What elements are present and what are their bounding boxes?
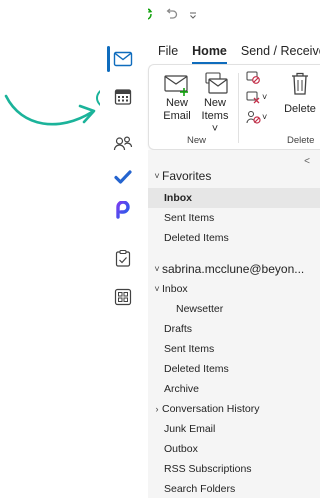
- delete-label: Delete: [284, 103, 316, 115]
- new-email-label-1: New: [165, 97, 188, 109]
- folder-outbox[interactable]: Outbox: [148, 439, 320, 459]
- rail-loop-button[interactable]: [110, 197, 136, 223]
- favorites-header[interactable]: ˅ Favorites: [148, 166, 320, 186]
- customize-icon[interactable]: [188, 7, 198, 25]
- people-icon: [113, 136, 133, 151]
- junk-icon: [246, 111, 261, 124]
- loop-icon: [116, 201, 130, 219]
- delete-button[interactable]: Delete: [279, 71, 320, 116]
- new-email-icon: [164, 75, 188, 96]
- folder-inbox[interactable]: ˅ Inbox: [148, 279, 320, 299]
- chevron-down-icon: ˅: [154, 171, 160, 181]
- rail-people-button[interactable]: [110, 130, 136, 156]
- undo-icon[interactable]: [164, 7, 178, 26]
- outlook-window: File Home Send / Receive New Email New I…: [0, 0, 320, 498]
- folder-archive[interactable]: Archive: [148, 379, 320, 399]
- tab-home[interactable]: Home: [192, 44, 227, 64]
- rail-todo-button[interactable]: [110, 164, 136, 190]
- new-items-label-1: New: [203, 97, 226, 109]
- ignore-button[interactable]: [245, 69, 261, 85]
- favorite-item-sent-items[interactable]: Sent Items: [148, 208, 320, 228]
- chevron-down-icon: ˅: [154, 264, 160, 274]
- ribbon-tabs: File Home Send / Receive: [158, 44, 320, 64]
- todo-icon: [114, 170, 132, 184]
- ribbon: New Email New Items ˅ New ˅ ˅ Delete Del…: [148, 64, 320, 150]
- rail-calendar-button[interactable]: [110, 84, 136, 110]
- app-rail: [100, 0, 148, 498]
- ribbon-group-delete-label: Delete: [287, 135, 315, 146]
- clean-up-icon: [246, 91, 260, 104]
- tab-send-receive[interactable]: Send / Receive: [241, 44, 320, 64]
- rail-clipboard-button[interactable]: [110, 245, 136, 271]
- folder-drafts[interactable]: Drafts: [148, 319, 320, 339]
- apps-icon: [114, 288, 132, 306]
- chevron-right-icon: ›: [155, 404, 159, 414]
- new-items-button[interactable]: New Items ˅: [197, 71, 233, 136]
- tab-file[interactable]: File: [158, 44, 178, 64]
- favorite-item-inbox[interactable]: Inbox: [148, 188, 320, 208]
- calendar-icon: [114, 89, 132, 105]
- folder-deleted-items[interactable]: Deleted Items: [148, 359, 320, 379]
- mail-icon: [113, 51, 133, 67]
- rail-mail-button[interactable]: [110, 46, 136, 72]
- rail-apps-button[interactable]: [110, 284, 136, 310]
- new-items-label-2: Items ˅: [201, 110, 229, 135]
- junk-button[interactable]: ˅: [245, 109, 267, 125]
- new-email-label-2: Email: [163, 110, 191, 122]
- folder-junk-email[interactable]: Junk Email: [148, 419, 320, 439]
- clean-up-button[interactable]: ˅: [245, 89, 267, 105]
- favorites-label: Favorites: [162, 169, 212, 183]
- folder-sent-items[interactable]: Sent Items: [148, 339, 320, 359]
- chevron-down-icon: ˅: [262, 111, 268, 122]
- favorite-item-deleted-items[interactable]: Deleted Items: [148, 228, 320, 248]
- clipboard-icon: [115, 249, 131, 267]
- new-email-button[interactable]: New Email: [159, 71, 195, 123]
- folder-conversation-history[interactable]: › Conversation History: [148, 399, 320, 419]
- folder-newsetter[interactable]: Newsetter: [148, 299, 320, 319]
- account-header[interactable]: ˅ sabrina.mcclune@beyon...: [148, 259, 320, 279]
- ignore-icon: [246, 71, 260, 84]
- folder-rss-subscriptions[interactable]: RSS Subscriptions: [148, 459, 320, 479]
- chevron-down-icon: ˅: [154, 284, 160, 294]
- new-items-icon: [205, 72, 228, 94]
- annotation-arrow: [4, 94, 96, 126]
- chevron-down-icon: ˅: [262, 91, 268, 102]
- folder-pane: < ˅ Favorites Inbox Sent Items Deleted I…: [148, 150, 320, 498]
- account-label: sabrina.mcclune@beyon...: [162, 262, 305, 276]
- ribbon-group-new-label: New: [187, 135, 207, 146]
- trash-icon: [292, 72, 308, 95]
- ribbon-group-separator: [238, 73, 239, 143]
- folder-search-folders[interactable]: Search Folders: [148, 479, 320, 498]
